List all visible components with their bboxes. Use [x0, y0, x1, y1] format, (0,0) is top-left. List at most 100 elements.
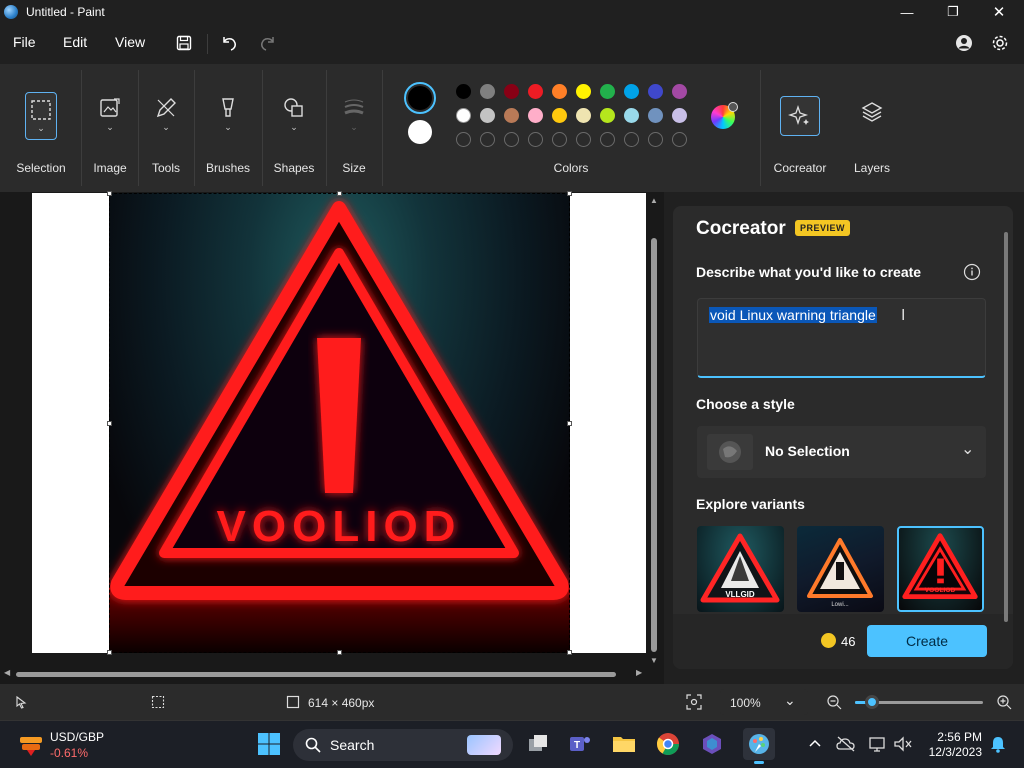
close-button[interactable]: ✕ [976, 0, 1022, 24]
scroll-down-arrow-icon[interactable]: ▼ [650, 656, 658, 665]
account-button[interactable] [953, 32, 975, 54]
visual-studio-button[interactable] [699, 731, 725, 757]
network-button[interactable] [865, 731, 891, 757]
save-button[interactable] [173, 32, 195, 54]
color-swatch[interactable] [672, 108, 687, 123]
color-swatch[interactable] [624, 108, 639, 123]
color-swatch[interactable] [480, 108, 495, 123]
color-swatch[interactable] [576, 108, 591, 123]
resize-handle[interactable] [107, 421, 112, 426]
info-button[interactable] [963, 263, 981, 286]
style-dropdown[interactable]: No Selection ⌄ [697, 426, 986, 478]
zoom-out-icon[interactable] [826, 694, 842, 710]
zoom-in-icon[interactable] [996, 694, 1012, 710]
teams-button[interactable]: T [567, 731, 593, 757]
taskbar-search[interactable]: Search [293, 729, 513, 761]
chrome-button[interactable] [655, 731, 681, 757]
task-view-button[interactable] [525, 731, 551, 757]
undo-button[interactable] [218, 32, 240, 54]
layers-button[interactable] [856, 100, 888, 148]
prompt-textarea[interactable]: void Linux warning triangle I [697, 298, 986, 378]
color-swatch[interactable] [528, 84, 543, 99]
custom-color-slot[interactable] [504, 132, 519, 147]
edit-colors-button[interactable] [711, 102, 738, 129]
menu-file[interactable]: File [13, 34, 36, 50]
resize-handle[interactable] [567, 650, 572, 655]
paint-taskbar-button[interactable] [743, 728, 775, 764]
stock-widget[interactable]: USD/GBP -0.61% [14, 729, 154, 761]
color-swatch[interactable] [576, 84, 591, 99]
custom-color-slot[interactable] [624, 132, 639, 147]
color-swatch[interactable] [480, 84, 495, 99]
file-explorer-button[interactable] [611, 731, 637, 757]
custom-color-slot[interactable] [600, 132, 615, 147]
color-swatch[interactable] [456, 84, 471, 99]
resize-handle[interactable] [107, 650, 112, 655]
horizontal-scrollbar[interactable]: ◀ ▶ [4, 668, 644, 678]
brushes-button[interactable]: ⌄ [212, 92, 244, 140]
custom-color-slot[interactable] [672, 132, 687, 147]
onedrive-button[interactable] [833, 731, 859, 757]
resize-handle[interactable] [337, 650, 342, 655]
create-button[interactable]: Create [867, 625, 987, 657]
color-swatch[interactable] [624, 84, 639, 99]
shapes-button[interactable]: ⌄ [278, 92, 310, 140]
color-swatch[interactable] [504, 84, 519, 99]
color-swatch[interactable] [504, 108, 519, 123]
horizontal-scroll-thumb[interactable] [16, 672, 616, 677]
paint-app-icon [4, 5, 18, 19]
color-swatch[interactable] [648, 108, 663, 123]
selection-button[interactable]: ⌄ [25, 92, 57, 140]
color-swatch[interactable] [672, 84, 687, 99]
variant-thumbnail[interactable]: VLLGID [697, 526, 784, 612]
zoom-slider[interactable] [855, 695, 983, 709]
vertical-scrollbar[interactable]: ▲ ▼ [650, 196, 658, 665]
resize-handle[interactable] [107, 191, 112, 196]
custom-color-slot[interactable] [456, 132, 471, 147]
custom-color-slot[interactable] [528, 132, 543, 147]
custom-color-slot[interactable] [576, 132, 591, 147]
scroll-up-arrow-icon[interactable]: ▲ [650, 196, 658, 205]
color-swatch[interactable] [600, 108, 615, 123]
zoom-slider-thumb[interactable] [865, 695, 879, 709]
primary-color-button[interactable] [404, 82, 436, 114]
custom-color-slot[interactable] [480, 132, 495, 147]
color-swatch[interactable] [552, 108, 567, 123]
variant-thumbnail[interactable]: Lowi... [797, 526, 884, 612]
scroll-right-arrow-icon[interactable]: ▶ [636, 668, 642, 677]
variant-thumbnail-selected[interactable]: VOOLIOD [897, 526, 984, 612]
cocreator-button[interactable] [780, 96, 820, 136]
custom-color-slot[interactable] [552, 132, 567, 147]
show-hidden-icons-button[interactable] [802, 731, 828, 757]
resize-handle[interactable] [337, 191, 342, 196]
notifications-button[interactable] [985, 731, 1011, 757]
color-swatch[interactable] [648, 84, 663, 99]
settings-button[interactable] [989, 32, 1011, 54]
image-button[interactable]: ⌄ [94, 92, 126, 140]
tools-button[interactable]: ⌄ [150, 92, 182, 140]
resize-handle[interactable] [567, 191, 572, 196]
color-swatch[interactable] [552, 84, 567, 99]
size-button[interactable]: ⌄ [338, 92, 370, 140]
vertical-scroll-thumb[interactable] [651, 238, 657, 652]
fit-to-window-icon[interactable] [686, 694, 702, 710]
canvas-paper[interactable]: VOOLIOD [32, 191, 646, 655]
secondary-color-button[interactable] [408, 120, 432, 144]
maximize-button[interactable]: ❐ [930, 0, 976, 24]
scroll-left-arrow-icon[interactable]: ◀ [4, 668, 10, 677]
custom-color-slot[interactable] [648, 132, 663, 147]
clock[interactable]: 2:56 PM 12/3/2023 [922, 730, 982, 760]
start-button[interactable] [256, 731, 282, 757]
resize-handle[interactable] [567, 421, 572, 426]
color-swatch[interactable] [528, 108, 543, 123]
menu-edit[interactable]: Edit [63, 34, 87, 50]
ticker-symbol: USD/GBP [50, 730, 105, 744]
panel-scrollbar[interactable] [1004, 232, 1008, 622]
redo-button[interactable] [257, 32, 279, 54]
color-swatch[interactable] [456, 108, 471, 123]
menu-view[interactable]: View [115, 34, 145, 50]
zoom-dropdown[interactable]: 100% ⌄ [720, 689, 808, 715]
minimize-button[interactable]: — [884, 0, 930, 24]
color-swatch[interactable] [600, 84, 615, 99]
volume-button[interactable] [890, 731, 916, 757]
